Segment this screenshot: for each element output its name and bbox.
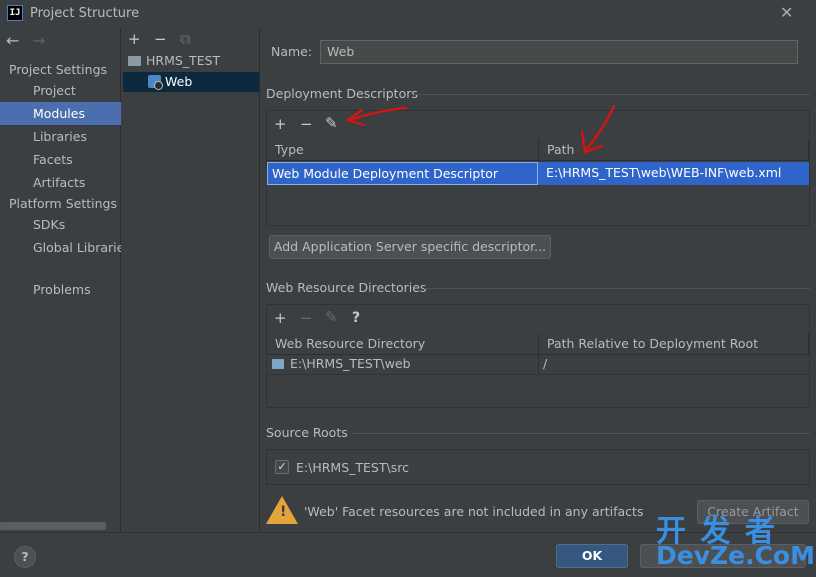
source-root-path: E:\HRMS_TEST\src [296, 460, 409, 475]
source-roots-heading: Source Roots [266, 425, 348, 440]
tree-item-hrms-test[interactable]: HRMS_TEST [128, 51, 259, 71]
annotation-arrow-path [580, 104, 616, 154]
sidebar-item-sdks[interactable]: SDKs [0, 213, 121, 236]
ok-button[interactable]: OK [556, 544, 628, 568]
relative-path-cell[interactable]: / [543, 356, 547, 371]
warning-exclamation-icon: ! [280, 504, 287, 520]
add-resource-icon[interactable]: + [274, 310, 287, 326]
sidebar-item-facets[interactable]: Facets [0, 148, 121, 171]
warning-message: 'Web' Facet resources are not included i… [304, 504, 644, 519]
watermark-line-2: DevZe.CoM [656, 541, 815, 570]
descriptor-path-cell[interactable]: E:\HRMS_TEST\web\WEB-INF\web.xml [542, 162, 809, 184]
add-icon[interactable]: + [128, 31, 141, 47]
sidebar-item-modules[interactable]: Modules [0, 102, 121, 125]
forward-arrow-icon[interactable]: → [32, 31, 45, 50]
close-icon[interactable]: ✕ [780, 3, 793, 22]
annotation-arrow-edit [345, 106, 408, 127]
table-row[interactable]: E:\HRMS_TEST\web / [267, 355, 809, 375]
section-divider [424, 288, 810, 289]
web-folder-icon [272, 359, 284, 369]
section-divider [352, 433, 810, 434]
tree-item-label: HRMS_TEST [146, 53, 221, 68]
sidebar-item-project[interactable]: Project [0, 79, 121, 102]
edit-pencil-icon[interactable]: ✎ [325, 309, 338, 325]
back-arrow-icon[interactable]: ← [6, 31, 19, 50]
remove-resource-icon[interactable]: − [300, 310, 313, 326]
annotation-arrow-line [584, 104, 616, 152]
add-server-descriptor-button[interactable]: Add Application Server specific descript… [269, 235, 551, 259]
column-header-path-relative[interactable]: Path Relative to Deployment Root [539, 333, 809, 355]
window-title: Project Structure [30, 6, 140, 21]
column-header-web-resource-directory[interactable]: Web Resource Directory [267, 333, 539, 355]
column-header-type[interactable]: Type [267, 139, 539, 161]
descriptor-type-cell[interactable]: Web Module Deployment Descriptor [267, 162, 538, 185]
copy-icon[interactable]: ⧉ [180, 31, 191, 47]
edit-pencil-icon[interactable]: ✎ [325, 115, 338, 131]
remove-descriptor-icon[interactable]: − [300, 116, 313, 132]
sidebar-item-problems[interactable]: Problems [0, 278, 121, 301]
name-label: Name: [271, 44, 313, 59]
help-button[interactable]: ? [14, 546, 36, 568]
column-divider [538, 355, 539, 375]
module-tree-panel [122, 28, 260, 532]
project-settings-heading: Project Settings [9, 62, 108, 77]
intellij-app-icon: IJ [7, 5, 23, 21]
tree-item-label: Web [165, 74, 193, 89]
annotation-arrow-line [348, 106, 408, 122]
source-root-checkbox[interactable]: ✓ [275, 460, 289, 474]
sidebar-item-artifacts[interactable]: Artifacts [0, 171, 121, 194]
platform-settings-heading: Platform Settings [9, 196, 117, 211]
help-question-icon[interactable]: ? [352, 310, 360, 326]
tree-item-web[interactable]: Web [123, 72, 259, 92]
web-facet-icon [148, 75, 163, 90]
module-folder-icon [128, 56, 141, 66]
section-divider [414, 94, 810, 95]
name-field[interactable]: Web [320, 40, 798, 64]
add-descriptor-icon[interactable]: + [274, 116, 287, 132]
sidebar-item-global-libraries[interactable]: Global Libraries [0, 236, 121, 259]
sidebar-item-libraries[interactable]: Libraries [0, 125, 121, 148]
remove-icon[interactable]: − [154, 31, 167, 47]
web-resource-directories-heading: Web Resource Directories [266, 280, 427, 295]
resource-directory-cell[interactable]: E:\HRMS_TEST\web [290, 356, 411, 371]
sidebar-scrollbar[interactable] [0, 522, 106, 530]
